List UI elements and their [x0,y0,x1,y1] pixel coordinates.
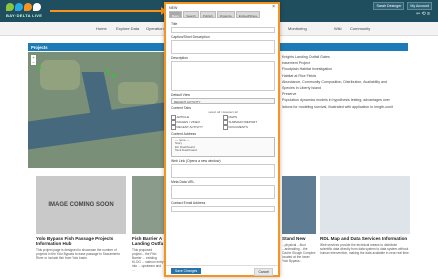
content-tabs-checkboxes: ARTICLE MAPS IMAGES / VIDEO SUMMARY/REPO… [171,115,273,130]
modal-title: NEW [169,5,178,10]
card-image [132,176,164,234]
tab-embed-share[interactable]: Embed/Share [235,11,261,18]
modal-header: NEW × [166,4,278,11]
tab-organize[interactable]: Organize [216,11,235,18]
project-card[interactable]: Stand New ...physical ...floor ...ardmak… [282,176,316,263]
cancel-button[interactable]: Cancel [254,268,273,277]
project-list: Knights Landing Outfall Gates easement P… [282,54,408,110]
contact-email-label: Contact Email Address [171,200,206,205]
checkbox-summary-report[interactable]: SUMMARY/REPORT [223,120,275,125]
fish-icon [6,3,14,11]
caption-label: Caption/Short Description [171,35,210,39]
contact-email-field[interactable] [171,205,275,212]
tab-search[interactable]: Search [183,11,199,18]
project-card[interactable]: RDL Map and Data Services Information We… [320,176,410,255]
card-description: This proposed project... the Fish Barrie… [132,248,164,272]
map-marker[interactable] [38,66,41,69]
card-image-placeholder: IMAGE COMING SOON [36,176,126,234]
title-field[interactable] [171,27,275,33]
list-item[interactable]: lations for modeling survival, illustrat… [282,104,408,110]
close-icon[interactable]: × [272,4,275,10]
fish-icon [33,3,41,11]
checkbox-documents[interactable]: DOCUMENTS [223,125,275,130]
nav-item-operations[interactable]: Operations [146,26,166,31]
checkbox-recent-activity[interactable]: RECENT ACTIVITY [171,125,223,130]
map-marker[interactable] [106,70,109,73]
description-field[interactable] [171,61,275,91]
projects-map[interactable]: + − [28,52,164,168]
project-card[interactable]: Fish Barrier A Landing Outfa This propos… [132,176,164,272]
card-description: ...physical ...floor ...ardmaking ...the… [282,243,316,263]
fish-icon [15,3,23,11]
meta-data-url-label: Meta Data URL [171,179,195,184]
map-marker[interactable] [112,74,115,77]
list-item[interactable]: Population dynamics models in hypothesis… [282,97,408,103]
nav-item-monitoring[interactable]: Monitoring [288,26,307,31]
default-view-label: Default View [171,93,190,97]
web-link-field[interactable] [171,163,275,178]
default-view-select[interactable]: RECENT ACTIVITY [171,98,275,104]
my-account-button[interactable]: My Account [407,2,432,10]
checkbox-maps[interactable]: MAPS [223,115,275,120]
web-link-label: Web Link (Opens a new window) [171,158,221,163]
select-all-link[interactable]: select all / deselect all [171,110,275,114]
save-button[interactable]: Save Changes [171,268,202,275]
card-title[interactable]: Yolo Bypass Fish Passage Projects Inform… [36,236,126,246]
bay-delta-live-logo[interactable]: BAY·DELTA LIVE [6,3,46,19]
caption-field[interactable] [171,40,275,54]
nav-item-community[interactable]: Community [350,26,370,31]
nav-item-wiki[interactable]: Wiki [334,26,342,31]
card-description: Web services provide the technical means… [320,243,410,255]
user-menu: Sarah Desinger My Account [371,2,432,10]
tab-publish[interactable]: Publish [199,11,216,18]
card-title[interactable]: Fish Barrier A Landing Outfa [132,236,164,246]
toolbar-icons[interactable]: ⇦ ⟲ ≡ [416,11,430,17]
card-description: This project page is designed to showcas… [36,248,120,260]
annotation-arrow [50,7,167,15]
card-image [320,176,410,234]
modal-tabs: Basic Search Publish Organize Embed/Shar… [166,11,278,18]
meta-data-url-field[interactable] [171,184,275,199]
tab-basic[interactable]: Basic [169,11,183,18]
card-title[interactable]: Stand New [282,236,316,241]
nav-item-home[interactable]: Home [96,26,107,31]
project-card[interactable]: IMAGE COMING SOON Yolo Bypass Fish Passa… [36,176,126,260]
card-title[interactable]: RDL Map and Data Services Information [320,236,410,241]
fish-icon [24,3,32,11]
card-image [282,176,316,234]
checkbox-images-video[interactable]: IMAGES / VIDEO [171,120,223,125]
nav-item-explore-data[interactable]: Explore Data [116,26,139,31]
new-project-modal: NEW × Basic Search Publish Organize Embe… [164,2,280,277]
title-label: Title [171,22,178,26]
description-label: Description [171,56,188,60]
option[interactable]: Tank Dashboard [175,149,271,153]
content-address-select[interactable]: — none — Story EC Dashboard Tank Dashboa… [171,136,275,157]
content-address-label: Content Address [171,131,197,136]
logo-text: BAY·DELTA LIVE [6,13,43,18]
checkbox-article[interactable]: ARTICLE [171,115,223,120]
user-name-button[interactable]: Sarah Desinger [373,2,405,10]
map-zoom-control[interactable]: + − [31,55,36,65]
modal-footer: Save Changes Cancel [166,265,278,277]
